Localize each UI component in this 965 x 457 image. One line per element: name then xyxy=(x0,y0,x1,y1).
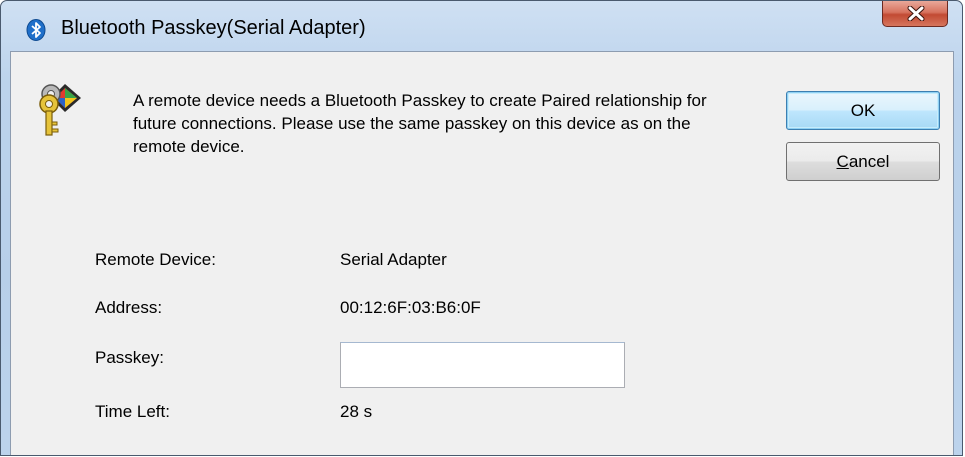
close-icon xyxy=(907,6,925,21)
dialog-message: A remote device needs a Bluetooth Passke… xyxy=(133,91,707,156)
address-label: Address: xyxy=(95,298,163,317)
dialog-content: A remote device needs a Bluetooth Passke… xyxy=(10,51,954,455)
ok-button[interactable]: OK xyxy=(786,91,940,130)
cancel-mnemonic: C xyxy=(836,152,849,171)
time-left-label: Time Left: xyxy=(95,402,170,421)
window-title: Bluetooth Passkey(Serial Adapter) xyxy=(61,17,366,39)
keys-icon xyxy=(35,78,87,142)
time-left-value: 28 s xyxy=(340,402,373,421)
passkey-label: Passkey: xyxy=(95,348,164,367)
remote-device-value: Serial Adapter xyxy=(340,250,447,269)
passkey-input[interactable] xyxy=(340,342,625,388)
cancel-label-rest: ancel xyxy=(848,152,890,171)
remote-device-label: Remote Device: xyxy=(95,250,216,269)
cancel-button[interactable]: Cancel xyxy=(786,142,940,181)
title-bar[interactable]: Bluetooth Passkey(Serial Adapter) xyxy=(1,1,962,51)
bluetooth-icon xyxy=(26,19,46,41)
passkey-dialog-window: Bluetooth Passkey(Serial Adapter) A remo… xyxy=(0,0,963,456)
close-button[interactable] xyxy=(882,1,948,27)
address-value: 00:12:6F:03:B6:0F xyxy=(340,298,481,317)
